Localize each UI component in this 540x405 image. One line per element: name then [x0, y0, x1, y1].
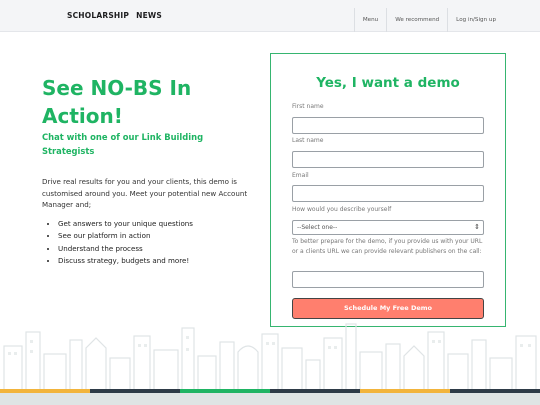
- first-name-label: First name: [292, 103, 324, 110]
- chevron-updown-icon: ⇕: [474, 223, 480, 231]
- strip-segment: [270, 389, 360, 393]
- email-field[interactable]: [292, 185, 484, 202]
- strip-segment: [450, 389, 540, 393]
- hero-subtitle: Chat with one of our Link Building Strat…: [42, 132, 204, 156]
- url-field[interactable]: [292, 271, 484, 288]
- nav-menu[interactable]: Menu: [353, 8, 386, 32]
- describe-label: How would you describe yourself: [292, 206, 392, 213]
- last-name-field[interactable]: [292, 151, 484, 168]
- list-item: Discuss strategy, budgets and more!: [58, 255, 268, 267]
- describe-select[interactable]: --Select one-- ⇕: [292, 220, 484, 235]
- form-title: Yes, I want a demo: [316, 75, 460, 91]
- city-skyline-illustration: [3, 323, 537, 390]
- strip-segment: [360, 389, 450, 393]
- nav-login-signup[interactable]: Log in/Sign up: [447, 8, 504, 32]
- list-item: See our platform in action: [58, 230, 268, 242]
- list-item: Understand the process: [58, 243, 268, 255]
- demo-form-card: Yes, I want a demo First name Last name …: [270, 53, 506, 327]
- hero-description: Drive real results for you and your clie…: [42, 177, 248, 209]
- logo-word-2: NEWS: [136, 11, 162, 20]
- site-logo[interactable]: SCHOLARSHIP NEWS: [67, 11, 162, 20]
- site-header: SCHOLARSHIP NEWS Menu We recommend Log in…: [0, 0, 540, 32]
- hero-title: See NO-BS In Action!: [42, 76, 192, 128]
- email-label: Email: [292, 172, 309, 179]
- strip-segment: [90, 389, 180, 393]
- list-item: Get answers to your unique questions: [58, 218, 268, 230]
- strip-segment: [0, 389, 90, 393]
- logo-word-1: SCHOLARSHIP: [67, 11, 130, 20]
- nav-we-recommend[interactable]: We recommend: [386, 8, 447, 32]
- last-name-label: Last name: [292, 137, 324, 144]
- footer-color-strip: [0, 389, 540, 393]
- strip-segment: [180, 389, 270, 393]
- benefits-list: Get answers to your unique questions See…: [58, 218, 268, 268]
- schedule-demo-button[interactable]: Schedule My Free Demo: [292, 298, 484, 319]
- describe-selected-value: --Select one--: [297, 224, 338, 231]
- main-nav: Menu We recommend Log in/Sign up: [353, 8, 504, 32]
- first-name-field[interactable]: [292, 117, 484, 134]
- url-note: To better prepare for the demo, if you p…: [292, 238, 483, 255]
